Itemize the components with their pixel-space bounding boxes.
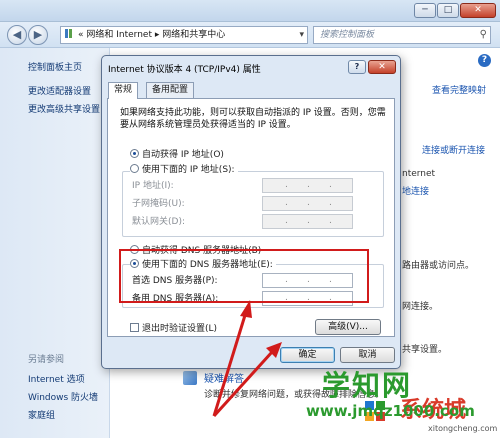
watermark-url: www.jmqz1000.com: [306, 402, 475, 420]
watermark-small: xitongcheng.com: [428, 424, 498, 433]
tab-general[interactable]: 常规: [108, 82, 139, 99]
watermark-main: 学知网: [322, 369, 413, 402]
red-arrow-annotations: [212, 300, 282, 418]
arrow-to-dns: [212, 300, 252, 417]
